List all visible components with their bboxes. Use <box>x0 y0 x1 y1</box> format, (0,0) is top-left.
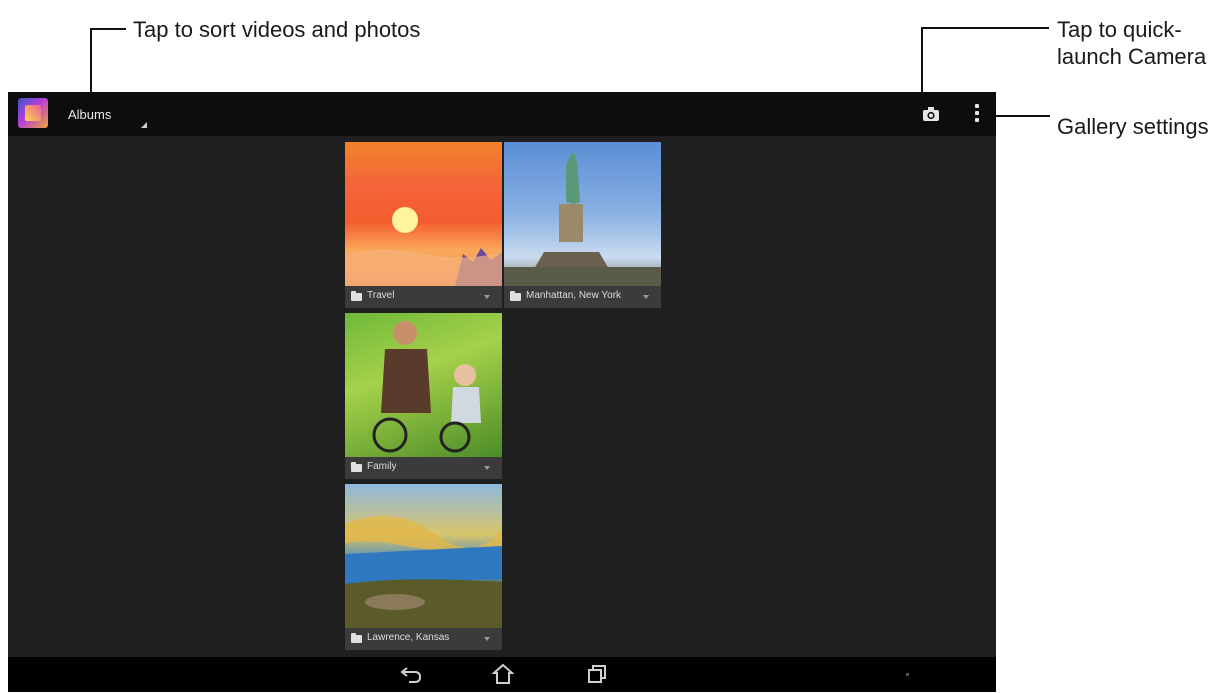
album-tile-family[interactable]: Family <box>345 313 502 479</box>
callout-camera-label-2: launch Camera <box>1057 44 1207 69</box>
callout-camera-line-h <box>921 27 1049 29</box>
recent-apps-icon[interactable] <box>585 663 609 685</box>
album-tile-travel[interactable]: Travel <box>345 142 502 308</box>
back-icon[interactable] <box>399 663 423 685</box>
callout-settings-label: Gallery settings <box>1057 114 1209 139</box>
album-thumbnail <box>504 142 661 286</box>
folder-icon <box>351 291 362 301</box>
action-bar: Albums <box>8 92 996 136</box>
spinner-arrow-icon[interactable] <box>141 122 147 128</box>
camera-icon[interactable] <box>920 104 942 126</box>
album-tile-lawrence[interactable]: Lawrence, Kansas <box>345 484 502 650</box>
status-dot <box>906 673 909 676</box>
album-thumbnail <box>345 313 502 457</box>
home-icon[interactable] <box>491 663 515 685</box>
callout-camera-label-1: Tap to quick- <box>1057 17 1182 42</box>
album-name: Travel <box>367 290 395 301</box>
album-menu-arrow-icon[interactable] <box>484 466 490 470</box>
album-caption: Manhattan, New York <box>504 286 661 308</box>
overflow-menu-icon[interactable] <box>970 102 984 126</box>
folder-icon <box>351 633 362 643</box>
album-menu-arrow-icon[interactable] <box>643 295 649 299</box>
album-caption: Family <box>345 457 502 479</box>
callout-sort-line-h <box>90 28 126 30</box>
gallery-app-icon[interactable] <box>18 98 48 128</box>
album-menu-arrow-icon[interactable] <box>484 295 490 299</box>
albums-spinner[interactable]: Albums <box>68 107 111 122</box>
folder-icon <box>351 462 362 472</box>
folder-icon <box>510 291 521 301</box>
album-tile-manhattan[interactable]: Manhattan, New York <box>504 142 661 308</box>
gallery-screen: Albums Travel Manhattan, New York Family… <box>8 92 996 692</box>
album-name: Lawrence, Kansas <box>367 632 450 643</box>
album-name: Manhattan, New York <box>526 290 622 301</box>
callout-sort-label: Tap to sort videos and photos <box>133 17 421 42</box>
system-nav-bar <box>8 657 996 692</box>
album-thumbnail <box>345 484 502 628</box>
album-menu-arrow-icon[interactable] <box>484 637 490 641</box>
album-caption: Travel <box>345 286 502 308</box>
album-caption: Lawrence, Kansas <box>345 628 502 650</box>
callout-sort-line-v <box>90 28 92 94</box>
album-name: Family <box>367 461 397 472</box>
album-thumbnail <box>345 142 502 286</box>
